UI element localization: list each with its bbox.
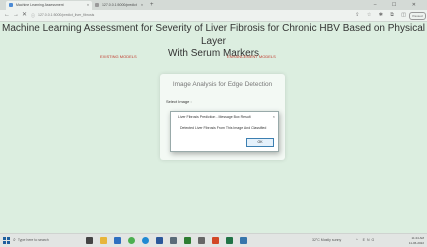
clock[interactable]: 11:24 AM 11-06-2022 xyxy=(409,236,424,245)
browser-toolbar-icons[interactable]: ⇪ ☆ ✱ ⧉ ◫ xyxy=(355,10,409,21)
photos-icon[interactable] xyxy=(184,237,191,244)
message-box: Liver Fibrosis Prediction - Message Box … xyxy=(170,111,279,152)
word-icon[interactable] xyxy=(156,237,163,244)
chrome-icon[interactable] xyxy=(128,237,135,244)
page-title: Machine Learning Assessment for Severity… xyxy=(0,23,427,61)
weather-widget[interactable]: 32°C Mostly sunny xyxy=(312,234,341,247)
powerpoint-icon[interactable] xyxy=(212,237,219,244)
python-icon[interactable] xyxy=(240,237,247,244)
new-tab-button[interactable]: + xyxy=(150,0,154,10)
message-box-title: Liver Fibrosis Prediction - Message Box … xyxy=(178,115,251,119)
windows-start-icon[interactable] xyxy=(3,237,10,244)
reload-icon[interactable]: ✕ xyxy=(22,10,27,21)
ok-button[interactable]: OK xyxy=(246,138,274,147)
info-icon[interactable]: ⓘ xyxy=(31,10,35,21)
edge-icon[interactable] xyxy=(142,237,149,244)
file-explorer-icon[interactable] xyxy=(100,237,107,244)
excel-icon[interactable] xyxy=(226,237,233,244)
message-box-text: Detected Liver Fibrosis From This Image … xyxy=(180,126,267,130)
mail-icon[interactable] xyxy=(114,237,121,244)
clock-date: 11-06-2022 xyxy=(408,240,424,245)
taskbar: ⌕ Type here to search 32°C Mostly sunny ^… xyxy=(0,233,427,247)
back-arrow-icon[interactable]: ← xyxy=(4,10,10,21)
settings-icon[interactable] xyxy=(198,237,205,244)
address-bar: ← → ✕ ⓘ 127.0.0.1:5000/predict_liver_fib… xyxy=(0,10,427,22)
page-title-line2: With Serum Markers xyxy=(167,48,260,59)
store-icon[interactable] xyxy=(170,237,177,244)
tab-close-icon[interactable]: × xyxy=(87,1,89,10)
browser-tab-active[interactable]: Machine Learning Assessment × xyxy=(6,1,92,10)
tab-label: Machine Learning Assessment xyxy=(15,3,64,7)
close-icon[interactable]: × xyxy=(273,114,275,119)
card-title: Image Analysis for Edge Detection xyxy=(172,81,273,88)
task-view-icon[interactable] xyxy=(86,237,93,244)
select-image-label: Select Image : xyxy=(166,99,192,104)
profile-button[interactable]: Paused xyxy=(409,12,426,20)
taskbar-search-placeholder: Type here to search xyxy=(17,238,49,242)
favicon-icon xyxy=(9,3,13,7)
nav-enhancement-models[interactable]: ENHANCEMENT MODELS xyxy=(227,54,276,59)
search-icon: ⌕ xyxy=(13,237,16,243)
window-controls[interactable]: – ☐ ✕ xyxy=(374,0,423,10)
browser-tab-bar: Machine Learning Assessment × 127.0.0.1:… xyxy=(0,0,427,10)
favicon-icon xyxy=(95,3,99,7)
forward-arrow-icon[interactable]: → xyxy=(13,10,19,21)
clock-time: 11:24 AM xyxy=(411,236,424,240)
nav-existing-models[interactable]: EXISTING MODELS xyxy=(100,54,137,59)
tab-label: 127.0.0.1:5000/predict xyxy=(101,3,137,7)
browser-tab[interactable]: 127.0.0.1:5000/predict × xyxy=(92,1,146,10)
page-title-line1: Machine Learning Assessment for Severity… xyxy=(2,23,425,47)
taskbar-search[interactable]: ⌕ Type here to search xyxy=(13,236,63,245)
tab-close-icon[interactable]: × xyxy=(141,1,143,10)
url-field[interactable]: 127.0.0.1:5000/predict_liver_fibrosis xyxy=(38,12,94,19)
system-tray[interactable]: ^ ENG xyxy=(356,234,376,247)
